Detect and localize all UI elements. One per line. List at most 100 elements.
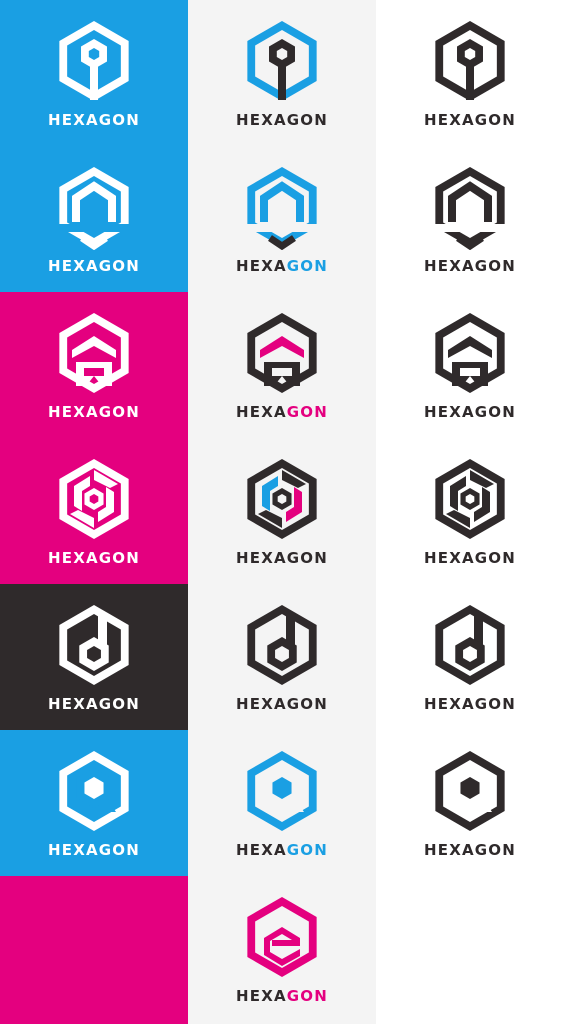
wordmark-part-gon: GON [98,403,140,421]
wordmark: HEXAGON [188,987,376,1005]
wordmark: HEXAGON [0,403,188,421]
logo-cell-mid: HEXAGON [188,146,376,292]
wordmark-part-gon: GON [474,403,516,421]
wordmark-part-hexa: HEXA [424,111,475,129]
wordmark-part-hexa: HEXA [424,403,475,421]
wordmark: HEXAGON [0,111,188,129]
wordmark: HEXAGON [376,695,564,713]
wordmark-part-hexa: HEXA [48,841,99,859]
hexagon-logo-mark-pin [435,21,505,104]
wordmark-part-hexa: HEXA [48,257,99,275]
wordmark-part-gon: GON [286,841,328,859]
logo-cell-mono: HEXAGON [376,438,564,584]
wordmark-part-hexa: HEXA [236,841,287,859]
logo-cell-mono: HEXAGON [376,0,564,146]
hexagon-logo-mark-pin [247,21,317,104]
wordmark-part-hexa: HEXA [48,695,99,713]
hexagon-logo-mark-nut [59,605,129,685]
wordmark-part-hexa: HEXA [48,403,99,421]
wordmark-part-gon: GON [474,695,516,713]
logo-cell-color: HEXAGON [0,438,188,584]
wordmark: HEXAGON [376,403,564,421]
wordmark-part-gon: GON [474,111,516,129]
hexagon-logo-mark-cap [247,313,317,393]
wordmark-part-gon: GON [286,695,328,713]
hexagon-logo-mark-cap [59,313,129,393]
wordmark-part-hexa: HEXA [48,111,99,129]
wordmark: HEXAGON [188,549,376,567]
wordmark: HEXAGON [376,111,564,129]
hexagon-logo-mark-nut [435,605,505,685]
wordmark-part-gon: GON [286,549,328,567]
hexagon-logo-mark-swirl [59,459,129,539]
wordmark-part-gon: GON [98,841,140,859]
wordmark-part-gon: GON [474,841,516,859]
hexagon-logo-mark-cap [435,313,505,393]
wordmark-part-gon: GON [286,987,328,1005]
wordmark-part-hexa: HEXA [236,695,287,713]
wordmark-part-hexa: HEXA [236,257,287,275]
wordmark-part-gon: GON [98,111,140,129]
wordmark: HEXAGON [188,695,376,713]
wordmark: HEXAGON [0,549,188,567]
hexagon-logo-mark-e [247,897,317,977]
wordmark: HEXAGON [188,257,376,275]
wordmark-part-gon: GON [474,257,516,275]
logo-cell-color: HEXAGON [0,0,188,146]
hexagon-logo-mark-house [430,167,510,250]
hexagon-logo-mark-nut [247,605,317,685]
wordmark: HEXAGON [376,841,564,859]
wordmark-part-hexa: HEXA [236,111,287,129]
logo-sheet: HEXAGON HEXAGON HEXAGON HEXAGON HEXAGON HEXAG… [0,0,564,1024]
hexagon-logo-mark-house [242,167,322,250]
hexagon-logo-mark-q [247,751,317,831]
logo-cell-color: HEXAGON [0,292,188,438]
wordmark-part-hexa: HEXA [236,549,287,567]
wordmark-part-gon: GON [98,549,140,567]
light-gray-column: HEXAGON HEXAGON HEXAGON HEXAGON HEXAGON HEXAG… [188,0,376,1024]
logo-cell-mid: HEXAGON [188,438,376,584]
wordmark: HEXAGON [376,549,564,567]
wordmark: HEXAGON [188,111,376,129]
logo-cell-color: HEXAGON [0,730,188,876]
logo-cell-mid: HEXAGON [188,584,376,730]
logo-cell-mono: HEXAGON [376,292,564,438]
wordmark-part-gon: GON [474,549,516,567]
logo-cell-color: HEXAGON [0,584,188,730]
logo-cell-mid: HEXAGON [188,730,376,876]
logo-cell-mono: HEXAGON [376,146,564,292]
hexagon-logo-mark-q [435,751,505,831]
wordmark-part-gon: GON [286,111,328,129]
wordmark: HEXAGON [0,257,188,275]
empty-color-block [0,876,188,1024]
hexagon-logo-mark-q [59,751,129,831]
wordmark-part-hexa: HEXA [236,403,287,421]
logo-cell-mono: HEXAGON [376,730,564,876]
wordmark-part-hexa: HEXA [424,695,475,713]
wordmark-part-gon: GON [98,695,140,713]
logo-cell-color: HEXAGON [0,146,188,292]
hexagon-logo-mark-pin [59,21,129,104]
wordmark-part-hexa: HEXA [424,257,475,275]
logo-cell-mono: HEXAGON [376,584,564,730]
wordmark-part-gon: GON [286,403,328,421]
wordmark-part-gon: GON [286,257,328,275]
wordmark: HEXAGON [188,841,376,859]
hexagon-logo-mark-house [54,167,134,250]
logo-cell-mid: HEXAGON [188,0,376,146]
wordmark-part-gon: GON [98,257,140,275]
wordmark: HEXAGON [376,257,564,275]
white-column: HEXAGON HEXAGON HEXAGON HEXAGON HEXAGON HEXAG… [376,0,564,1024]
wordmark: HEXAGON [188,403,376,421]
color-background-column: HEXAGON HEXAGON HEXAGON HEXAGON HEXAGON HEXAG… [0,0,188,1024]
hexagon-logo-mark-swirl [435,459,505,539]
wordmark-part-hexa: HEXA [48,549,99,567]
wordmark-part-hexa: HEXA [424,549,475,567]
wordmark-part-hexa: HEXA [236,987,287,1005]
logo-cell-mid: HEXAGON [188,876,376,1022]
wordmark: HEXAGON [0,695,188,713]
logo-cell-mid: HEXAGON [188,292,376,438]
wordmark: HEXAGON [0,841,188,859]
hexagon-logo-mark-swirl [247,459,317,539]
wordmark-part-hexa: HEXA [424,841,475,859]
